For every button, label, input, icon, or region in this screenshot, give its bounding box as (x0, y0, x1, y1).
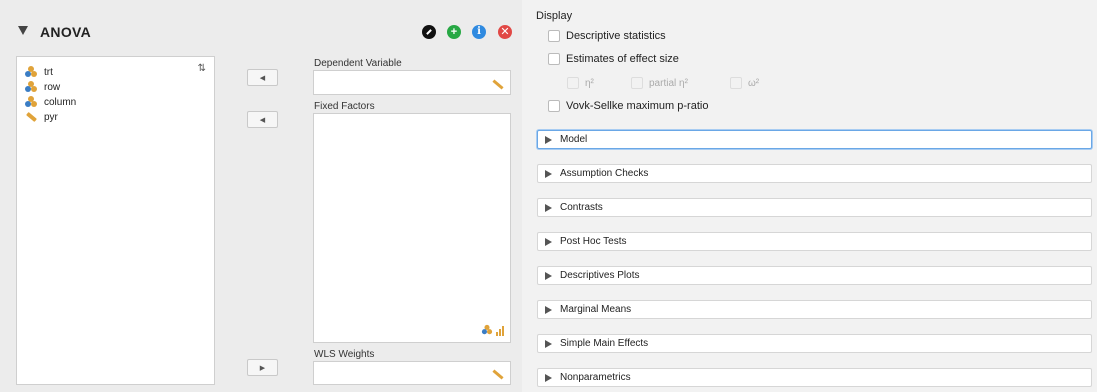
checkbox-box[interactable] (548, 100, 560, 112)
assign-dependent-button[interactable]: ◀ (247, 69, 278, 86)
section-label: Descriptives Plots (560, 270, 640, 281)
variable-item-trt[interactable]: trt (25, 65, 53, 79)
variable-label: column (44, 96, 77, 108)
variable-label: row (44, 81, 61, 93)
partial-eta-squared-checkbox: partial η² (631, 77, 688, 89)
variable-item-column[interactable]: column (25, 95, 76, 109)
section-contrasts[interactable]: Contrasts (537, 198, 1092, 217)
dependent-variable-label: Dependent Variable (314, 58, 402, 69)
allowed-types-icon (481, 324, 504, 336)
variable-item-row[interactable]: row (25, 80, 60, 94)
variable-label: trt (44, 66, 53, 78)
section-label: Model (560, 134, 588, 145)
effect-size-checkbox[interactable]: Estimates of effect size (548, 53, 679, 65)
expand-arrow-icon (545, 203, 552, 212)
section-label: Post Hoc Tests (560, 236, 627, 247)
checkbox-box (631, 77, 643, 89)
nominal-icon (25, 96, 37, 108)
analysis-options-panel: Display Descriptive statistics Estimates… (527, 0, 1097, 392)
expand-arrow-icon (545, 271, 552, 280)
section-label: Assumption Checks (560, 168, 649, 179)
wls-weights-box[interactable] (313, 361, 511, 385)
fixed-factors-box[interactable] (313, 113, 511, 343)
checkbox-label: ω² (748, 77, 760, 89)
remove-analysis-button[interactable]: ✕ (498, 25, 512, 39)
descriptive-statistics-checkbox[interactable]: Descriptive statistics (548, 30, 666, 42)
eta-squared-checkbox: η² (567, 77, 594, 89)
section-assumption-checks[interactable]: Assumption Checks (537, 164, 1092, 183)
checkbox-label: partial η² (649, 77, 688, 89)
display-group-label: Display (536, 10, 573, 22)
info-button[interactable]: i (472, 25, 486, 39)
checkbox-label: Estimates of effect size (566, 53, 679, 65)
assign-wls-weights-button[interactable]: ▶ (247, 359, 278, 376)
close-icon: ✕ (500, 25, 510, 38)
checkbox-label: Vovk-Sellke maximum p-ratio (566, 100, 709, 112)
plus-icon: + (450, 25, 458, 38)
section-label: Contrasts (560, 202, 603, 213)
wls-weights-label: WLS Weights (314, 349, 375, 360)
duplicate-analysis-button[interactable]: + (447, 25, 461, 39)
expand-arrow-icon (545, 169, 552, 178)
assign-fixed-factors-button[interactable]: ◀ (247, 111, 278, 128)
collapse-toggle-icon[interactable] (18, 26, 28, 35)
section-marginal-means[interactable]: Marginal Means (537, 300, 1092, 319)
checkbox-label: Descriptive statistics (566, 30, 666, 42)
scale-icon (492, 368, 504, 380)
omega-squared-checkbox: ω² (730, 77, 759, 89)
section-descriptives-plots[interactable]: Descriptives Plots (537, 266, 1092, 285)
checkbox-box[interactable] (548, 53, 560, 65)
arrow-left-icon: ◀ (259, 116, 266, 124)
expand-arrow-icon (545, 373, 552, 382)
nominal-icon (25, 66, 37, 78)
variable-label: pyr (44, 111, 58, 123)
pencil-icon (426, 29, 432, 35)
expand-arrow-icon (545, 339, 552, 348)
checkbox-box[interactable] (548, 30, 560, 42)
sort-icon[interactable]: ⇅ (198, 63, 206, 74)
section-label: Simple Main Effects (560, 338, 649, 349)
vovk-sellke-checkbox[interactable]: Vovk-Sellke maximum p-ratio (548, 100, 708, 112)
analysis-input-panel: ANOVA + i ✕ ⇅ trt row column pyr ◀ ◀ ▶ D… (0, 0, 522, 392)
expand-arrow-icon (545, 237, 552, 246)
section-post-hoc-tests[interactable]: Post Hoc Tests (537, 232, 1092, 251)
nominal-icon (25, 81, 37, 93)
fixed-factors-label: Fixed Factors (314, 101, 375, 112)
edit-title-button[interactable] (422, 25, 436, 39)
section-label: Nonparametrics (560, 372, 631, 383)
checkbox-box (567, 77, 579, 89)
section-simple-main-effects[interactable]: Simple Main Effects (537, 334, 1092, 353)
info-icon: i (477, 26, 481, 37)
arrow-right-icon: ▶ (259, 364, 266, 372)
scale-icon (25, 111, 37, 123)
analysis-title: ANOVA (40, 24, 92, 40)
variable-item-pyr[interactable]: pyr (25, 110, 58, 124)
section-model[interactable]: Model (537, 130, 1092, 149)
expand-arrow-icon (545, 135, 552, 144)
section-nonparametrics[interactable]: Nonparametrics (537, 368, 1092, 387)
arrow-left-icon: ◀ (259, 74, 266, 82)
checkbox-label: η² (585, 77, 594, 89)
available-variables-list[interactable]: ⇅ trt row column pyr (16, 56, 215, 385)
expand-arrow-icon (545, 305, 552, 314)
checkbox-box (730, 77, 742, 89)
dependent-variable-box[interactable] (313, 70, 511, 95)
section-label: Marginal Means (560, 304, 632, 315)
scale-icon (492, 78, 504, 90)
